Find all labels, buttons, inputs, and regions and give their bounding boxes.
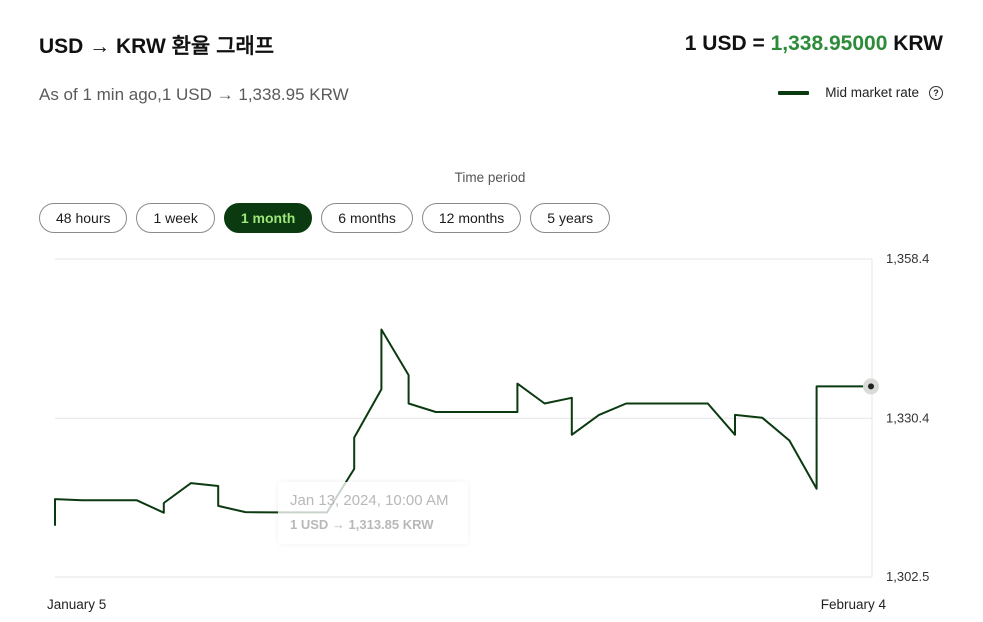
- x-tick-label: January 5: [47, 597, 106, 612]
- y-tick-label: 1,330.4: [886, 410, 929, 425]
- tooltip-date: Jan 13, 2024, 10:00 AM: [290, 492, 449, 509]
- y-axis-labels: 1,358.4 1,330.4 1,302.5: [886, 251, 929, 584]
- x-tick-label: February 4: [821, 597, 887, 612]
- y-tick-label: 1,358.4: [886, 251, 929, 266]
- tooltip-rate: 1 USD → 1,313.85 KRW: [290, 517, 434, 532]
- y-tick-label: 1,302.5: [886, 569, 929, 584]
- rate-line-chart[interactable]: 1,358.4 1,330.4 1,302.5 January 5 Februa…: [0, 0, 983, 622]
- x-axis-labels: January 5 February 4: [47, 597, 886, 612]
- current-point-marker[interactable]: [868, 383, 874, 390]
- hover-tooltip: Jan 13, 2024, 10:00 AM 1 USD → 1,313.85 …: [278, 482, 468, 544]
